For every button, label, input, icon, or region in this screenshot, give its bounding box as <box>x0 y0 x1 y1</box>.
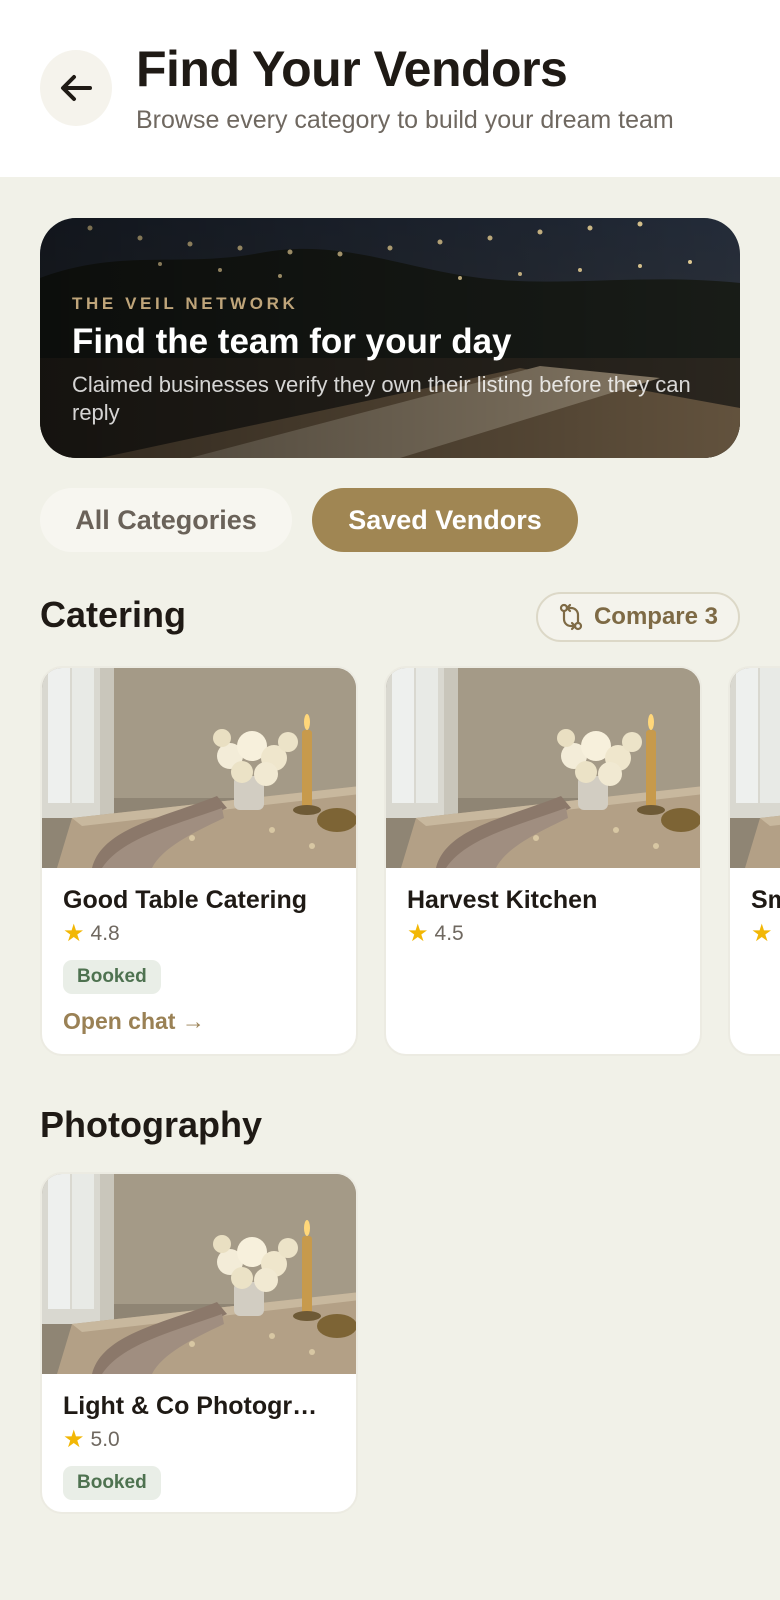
vendor-photo <box>386 668 700 868</box>
status-badge: Booked <box>63 960 161 994</box>
star-icon: ★ <box>63 920 85 947</box>
vendor-rating: ★ 4.5 <box>407 922 464 946</box>
vendor-rating: ★ 5.0 <box>63 1428 120 1452</box>
rating-value: 4.8 <box>90 922 120 945</box>
rating-value: 5.0 <box>90 1428 120 1451</box>
vendor-name: Good Table Catering <box>63 886 307 914</box>
star-icon: ★ <box>63 1426 85 1453</box>
page-subtitle: Browse every category to build your drea… <box>136 106 674 134</box>
section-title-photography: Photography <box>40 1104 262 1145</box>
star-icon: ★ <box>751 920 773 947</box>
arrow-left-icon <box>61 75 92 101</box>
compare-arrows-icon <box>559 603 583 631</box>
vendor-name: Sm <box>751 886 780 914</box>
page-title: Find Your Vendors <box>136 41 568 97</box>
vendor-photo <box>42 1174 356 1374</box>
filter-saved-vendors[interactable]: Saved Vendors <box>312 488 578 552</box>
vendor-card[interactable]: Light & Co Photogr… ★ 5.0 Booked <box>40 1172 358 1514</box>
back-button[interactable] <box>40 50 112 126</box>
vendor-card[interactable]: Harvest Kitchen ★ 4.5 <box>384 666 702 1056</box>
hero-eyebrow: THE VEIL NETWORK <box>72 294 299 313</box>
vendor-name: Harvest Kitchen <box>407 886 598 914</box>
open-chat-link[interactable]: Open chat → <box>63 1008 205 1035</box>
vendor-rating: ★ <box>751 922 773 946</box>
hero-description: Claimed businesses verify they own their… <box>72 372 691 425</box>
compare-label: Compare 3 <box>593 603 719 630</box>
header: Find Your Vendors Browse every category … <box>0 0 780 177</box>
vendor-card[interactable]: Sm ★ <box>728 666 780 1056</box>
vendor-name: Light & Co Photogr… <box>63 1392 318 1420</box>
vendor-rating: ★ 4.8 <box>63 922 120 946</box>
vendor-card[interactable]: Good Table Catering ★ 4.8 Booked Open ch… <box>40 666 358 1056</box>
vendor-photo <box>42 668 356 868</box>
star-icon: ★ <box>407 920 429 947</box>
compare-button[interactable]: Compare 3 <box>536 592 740 642</box>
rating-value: 4.5 <box>434 922 464 945</box>
filter-all-categories[interactable]: All Categories <box>40 488 292 552</box>
vendor-photo <box>730 668 780 868</box>
hero-banner: THE VEIL NETWORK Find the team for your … <box>40 218 740 458</box>
hero-title: Find the team for your day <box>72 322 512 361</box>
status-badge: Booked <box>63 1466 161 1500</box>
section-title-catering: Catering <box>40 594 187 635</box>
